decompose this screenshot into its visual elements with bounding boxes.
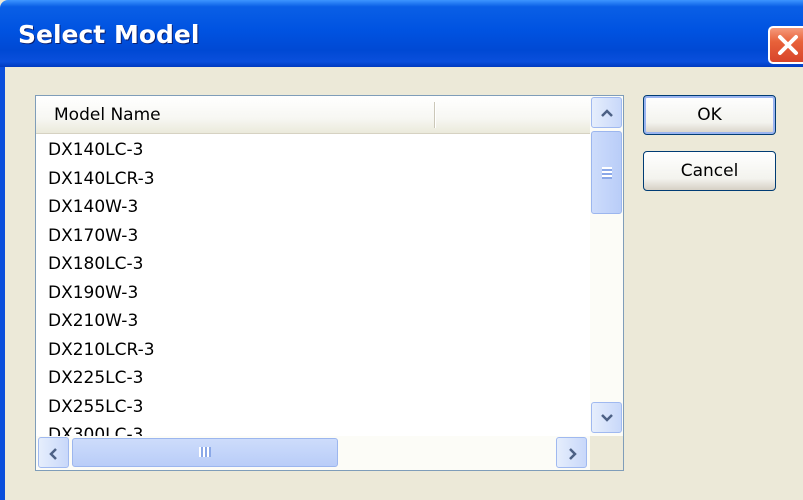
column-header-label: Model Name (54, 105, 161, 125)
list-item[interactable]: DX210W-3 (36, 307, 590, 336)
title-bar[interactable]: Select Model (0, 0, 803, 67)
column-divider[interactable] (434, 102, 436, 128)
list-item[interactable]: DX140W-3 (36, 193, 590, 222)
chevron-down-icon (601, 414, 613, 422)
chevron-left-icon (49, 448, 57, 460)
chevron-up-icon (601, 109, 613, 117)
column-header-empty (437, 96, 590, 133)
list-item[interactable]: DX210LCR-3 (36, 336, 590, 365)
window-frame (0, 67, 5, 500)
select-model-dialog: Select Model Model Name DX140LC-3 DX140LC… (0, 0, 803, 500)
list-header: Model Name (36, 96, 590, 134)
ok-button[interactable]: OK (643, 95, 776, 135)
scroll-down-button[interactable] (591, 402, 622, 433)
horizontal-scrollbar[interactable] (36, 436, 590, 470)
list-item[interactable]: DX180LC-3 (36, 250, 590, 279)
close-button[interactable] (768, 26, 803, 64)
scrollbar-corner (590, 436, 623, 470)
close-icon (778, 35, 798, 55)
list-item[interactable]: DX225LC-3 (36, 364, 590, 393)
list-item[interactable]: DX190W-3 (36, 279, 590, 308)
vertical-scrollbar[interactable] (590, 96, 623, 436)
chevron-right-icon (569, 448, 577, 460)
scroll-left-button[interactable] (38, 437, 69, 468)
list-item[interactable]: DX140LCR-3 (36, 165, 590, 194)
list-item[interactable]: DX140LC-3 (36, 136, 590, 165)
vertical-scroll-thumb[interactable] (591, 131, 622, 214)
list-item[interactable]: DX170W-3 (36, 222, 590, 251)
grip-icon (199, 447, 211, 457)
dialog-title: Select Model (18, 20, 200, 49)
model-list[interactable]: Model Name DX140LC-3 DX140LCR-3 DX140W-3 DX… (35, 95, 624, 471)
list-item[interactable]: DX255LC-3 (36, 393, 590, 422)
grip-icon (602, 167, 612, 179)
column-header-model-name[interactable]: Model Name (36, 96, 436, 133)
cancel-button[interactable]: Cancel (643, 151, 776, 191)
list-rows: DX140LC-3 DX140LCR-3 DX140W-3 DX170W-3 DX180… (36, 136, 590, 443)
horizontal-scroll-thumb[interactable] (72, 438, 338, 467)
scroll-up-button[interactable] (591, 97, 622, 128)
scroll-right-button[interactable] (556, 437, 587, 468)
